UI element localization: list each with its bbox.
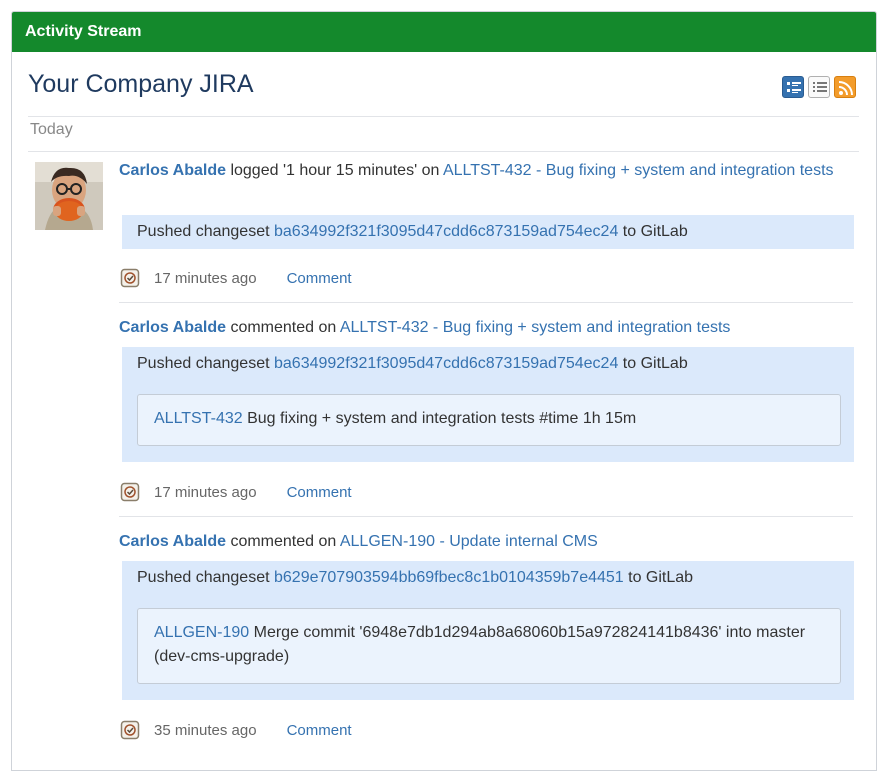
entry-divider <box>119 516 853 517</box>
changeset-suffix: to GitLab <box>623 569 694 586</box>
view-switcher <box>782 76 856 98</box>
title-divider <box>28 116 859 117</box>
changeset-hash-link[interactable]: ba634992f321f3095d47cdd6c873159ad754ec24 <box>274 223 618 240</box>
stream-title: Your Company JIRA <box>28 70 254 98</box>
activity-entry-3-header: Carlos Abalde commented on ALLGEN-190 - … <box>119 530 849 554</box>
entry-meta: 17 minutes ago Comment <box>120 481 352 503</box>
changeset-hash-link[interactable]: b629e707903594bb69fbec8c1b0104359b7e4451 <box>274 569 624 586</box>
commit-message: Merge commit '6948e7db1d294ab8a68060b15a… <box>154 624 806 665</box>
timestamp: 35 minutes ago <box>154 721 257 739</box>
timestamp: 17 minutes ago <box>154 269 257 287</box>
entry-meta: 35 minutes ago Comment <box>120 719 352 741</box>
action-text: commented on <box>226 533 340 550</box>
changeset-prefix: Pushed changeset <box>137 223 274 240</box>
user-link[interactable]: Carlos Abalde <box>119 162 226 179</box>
comment-link[interactable]: Comment <box>287 722 352 739</box>
activity-entry-1-header: Carlos Abalde logged '1 hour 15 minutes'… <box>119 159 849 183</box>
changeset-prefix: Pushed changeset <box>137 355 274 372</box>
commit-message-box: ALLGEN-190 Merge commit '6948e7db1d294ab… <box>137 608 841 684</box>
comment-link[interactable]: Comment <box>287 484 352 501</box>
gadget-header: Activity Stream <box>12 12 876 52</box>
rss-feed-icon[interactable] <box>834 76 856 98</box>
changeset-suffix: to GitLab <box>618 355 688 372</box>
changeset-prefix: Pushed changeset <box>137 569 274 586</box>
changeset-hash-link[interactable]: ba634992f321f3095d47cdd6c873159ad754ec24 <box>274 355 618 372</box>
issue-link[interactable]: ALLGEN-190 - Update internal CMS <box>340 533 598 550</box>
timestamp: 17 minutes ago <box>154 483 257 501</box>
commit-message-box: ALLTST-432 Bug fixing + system and integ… <box>137 394 841 446</box>
commit-issue-link[interactable]: ALLGEN-190 <box>154 624 249 641</box>
worklog-icon <box>120 482 140 502</box>
day-label: Today <box>30 121 73 138</box>
action-text: commented on <box>226 319 340 336</box>
entry-divider <box>119 302 853 303</box>
comment-link[interactable]: Comment <box>287 270 352 287</box>
activity-entry-2-header: Carlos Abalde commented on ALLTST-432 - … <box>119 316 849 340</box>
changeset-line: Pushed changeset ba634992f321f3095d47cdd… <box>137 220 688 244</box>
list-view-icon[interactable] <box>808 76 830 98</box>
changeset-box: Pushed changeset b629e707903594bb69fbec8… <box>122 561 854 700</box>
full-view-icon[interactable] <box>782 76 804 98</box>
entry-meta: 17 minutes ago Comment <box>120 267 352 289</box>
action-text: logged '1 hour 15 minutes' on <box>226 162 443 179</box>
issue-link[interactable]: ALLTST-432 - Bug fixing + system and int… <box>443 162 834 179</box>
gadget-title: Activity Stream <box>25 23 142 40</box>
issue-link[interactable]: ALLTST-432 - Bug fixing + system and int… <box>340 319 731 336</box>
user-link[interactable]: Carlos Abalde <box>119 319 226 336</box>
worklog-icon <box>120 720 140 740</box>
changeset-line: Pushed changeset ba634992f321f3095d47cdd… <box>137 352 688 376</box>
changeset-suffix: to GitLab <box>618 223 688 240</box>
changeset-line: Pushed changeset b629e707903594bb69fbec8… <box>137 566 693 590</box>
commit-issue-link[interactable]: ALLTST-432 <box>154 410 243 427</box>
changeset-box: Pushed changeset ba634992f321f3095d47cdd… <box>122 347 854 462</box>
changeset-box: Pushed changeset ba634992f321f3095d47cdd… <box>122 215 854 249</box>
day-divider <box>28 151 859 152</box>
user-link[interactable]: Carlos Abalde <box>119 533 226 550</box>
activity-stream-gadget: Activity Stream Your Company JIRA Today … <box>11 11 877 771</box>
commit-message: Bug fixing + system and integration test… <box>242 410 637 427</box>
worklog-icon <box>120 268 140 288</box>
avatar[interactable] <box>35 162 103 230</box>
